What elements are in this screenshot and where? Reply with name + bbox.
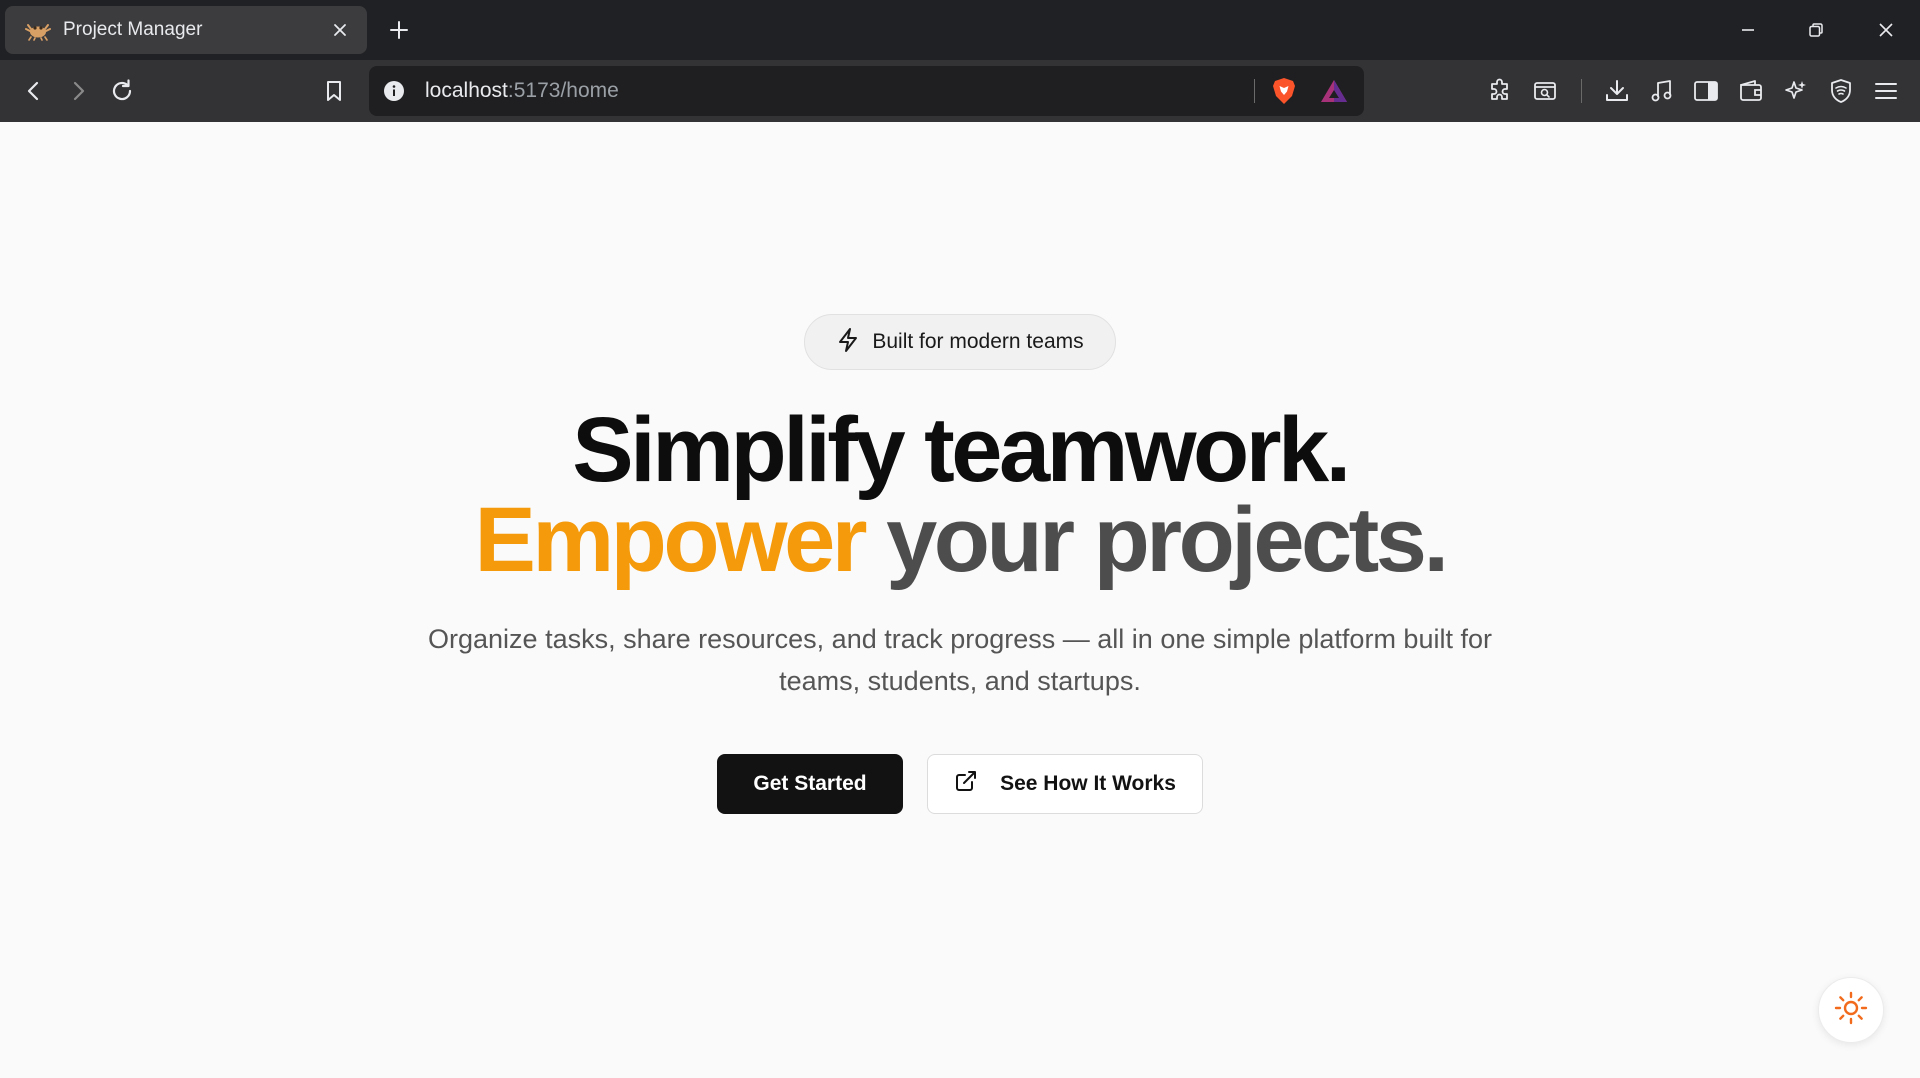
media-icon[interactable] [1645, 74, 1679, 108]
url-text[interactable]: localhost:5173/home [425, 79, 619, 103]
sidebar-icon[interactable] [1689, 74, 1723, 108]
wallet-icon[interactable] [1734, 74, 1768, 108]
new-tab-button[interactable] [383, 14, 415, 46]
get-started-button[interactable]: Get Started [717, 754, 903, 814]
menu-icon[interactable] [1869, 74, 1903, 108]
forward-icon[interactable] [61, 74, 95, 108]
see-how-it-works-button[interactable]: See How It Works [927, 754, 1203, 814]
bookmark-icon[interactable] [317, 74, 351, 108]
headline-line-2: Empower your projects. [0, 490, 1920, 590]
reload-icon[interactable] [105, 74, 139, 108]
tab-project-manager[interactable]: Project Manager [5, 6, 367, 54]
brave-shields-icon[interactable] [1269, 76, 1299, 106]
crab-icon [25, 18, 51, 42]
badge-text: Built for modern teams [872, 330, 1084, 353]
hero-subtitle: Organize tasks, share resources, and tra… [428, 624, 1492, 696]
vpn-icon[interactable] [1824, 74, 1858, 108]
tab-bar: Project Manager [0, 0, 1920, 60]
external-link-icon [954, 769, 978, 799]
theme-toggle-button[interactable] [1818, 977, 1884, 1043]
headline-rest: your projects. [864, 489, 1449, 591]
minimize-button[interactable] [1724, 10, 1772, 50]
leo-ai-icon[interactable] [1779, 74, 1813, 108]
address-bar[interactable]: localhost:5173/home [369, 66, 1364, 116]
divider [1581, 79, 1582, 103]
downloads-icon[interactable] [1600, 74, 1634, 108]
restore-button[interactable] [1792, 10, 1840, 50]
back-icon[interactable] [17, 74, 51, 108]
close-window-button[interactable] [1862, 10, 1910, 50]
browser-toolbar: localhost:5173/home [0, 60, 1920, 122]
tab-title: Project Manager [63, 19, 203, 40]
headline-accent: Empower [474, 489, 867, 591]
divider [1254, 79, 1255, 103]
close-icon[interactable] [325, 15, 355, 45]
headline-line-1: Simplify teamwork. [572, 399, 1351, 501]
hero-badge: Built for modern teams [804, 314, 1116, 370]
extensions-icon[interactable] [1483, 74, 1517, 108]
brave-rewards-icon[interactable] [1319, 76, 1349, 106]
lightning-icon [836, 327, 860, 358]
site-info-icon[interactable] [381, 78, 407, 104]
see-how-it-works-label: See How It Works [1000, 772, 1176, 795]
url-host: localhost [425, 79, 508, 102]
sun-icon [1834, 991, 1868, 1030]
screenshot-icon[interactable] [1528, 74, 1562, 108]
url-path: :5173/home [507, 79, 619, 102]
